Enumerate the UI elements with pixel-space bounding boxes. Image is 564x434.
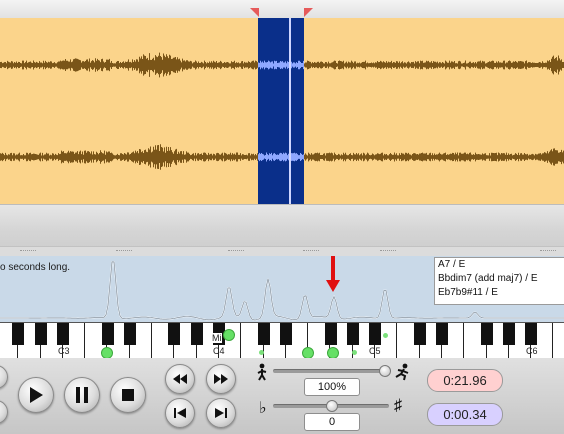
black-key[interactable] (502, 323, 515, 345)
fast-rewind-icon (173, 374, 187, 384)
grip-handle[interactable] (116, 250, 132, 253)
peak-arrow-icon (326, 256, 340, 292)
selection-region[interactable] (258, 18, 304, 204)
white-key[interactable] (553, 323, 564, 358)
selection-start-marker[interactable] (250, 8, 259, 17)
speed-slider[interactable] (273, 369, 391, 373)
black-key[interactable] (346, 323, 359, 345)
selection-end-marker[interactable] (304, 8, 313, 17)
black-key[interactable] (257, 323, 270, 345)
black-key[interactable] (413, 323, 426, 345)
chord-item: A7 / E (438, 259, 466, 270)
walker-icon (257, 363, 267, 381)
black-key[interactable] (168, 323, 181, 345)
fast-forward-button[interactable] (206, 364, 236, 394)
fast-rewind-button[interactable] (165, 364, 195, 394)
current-time-display[interactable]: 0:21.96 (427, 369, 503, 392)
pitch-value[interactable]: 0 (304, 413, 360, 431)
note-dot (352, 350, 357, 355)
flat-icon: ♭ (259, 400, 267, 417)
speed-value[interactable]: 100% (304, 378, 360, 396)
black-key[interactable] (12, 323, 25, 345)
skip-back-icon (174, 408, 186, 418)
sharp-icon: ♯ (394, 397, 402, 414)
black-key[interactable] (123, 323, 136, 345)
grip-handle[interactable] (303, 250, 319, 253)
fast-forward-icon (214, 374, 228, 384)
pitch-slider-knob[interactable] (326, 400, 338, 412)
black-key[interactable] (480, 323, 493, 345)
panel-divider (0, 204, 564, 247)
piano-keyboard[interactable]: C3 C4 C5 C6 Mi (0, 322, 564, 360)
pause-button[interactable] (64, 377, 100, 413)
note-dot (223, 329, 235, 341)
black-key[interactable] (190, 323, 203, 345)
grip-handle[interactable] (380, 250, 396, 253)
speed-slider-knob[interactable] (379, 365, 391, 377)
black-key[interactable] (324, 323, 337, 345)
grip-handle[interactable] (20, 250, 36, 253)
octave-label-c5: C5 (369, 346, 381, 356)
black-key[interactable] (34, 323, 47, 345)
black-key[interactable] (56, 323, 69, 345)
stop-icon (122, 389, 134, 401)
selection-waveform-graphic (258, 60, 304, 162)
playhead[interactable] (289, 18, 291, 204)
skip-forward-button[interactable] (206, 398, 236, 428)
black-key[interactable] (101, 323, 114, 345)
skip-forward-icon (215, 408, 227, 418)
stop-button[interactable] (110, 377, 146, 413)
note-dot (259, 350, 264, 355)
black-key[interactable] (369, 323, 382, 345)
play-button[interactable] (18, 377, 54, 413)
selection-length-display[interactable]: 0:00.34 (427, 403, 503, 426)
chord-list: A7 / E Bbdim7 (add maj7) / E Eb7b9#11 / … (434, 257, 564, 305)
chord-item: Bbdim7 (add maj7) / E (438, 273, 538, 284)
grip-handle[interactable] (540, 250, 556, 253)
black-key[interactable] (525, 323, 538, 345)
pause-icon (76, 387, 88, 403)
play-icon (30, 387, 43, 403)
octave-label-c3: C3 (58, 346, 70, 356)
black-key[interactable] (436, 323, 448, 345)
note-marker-label: Mi (212, 333, 222, 343)
grip-handle[interactable] (228, 250, 244, 253)
note-dot (383, 333, 388, 338)
black-key[interactable] (279, 323, 292, 345)
timeline-ruler[interactable] (0, 0, 564, 19)
skip-back-button[interactable] (165, 398, 195, 428)
octave-label-c4: C4 (213, 346, 225, 356)
chord-item: Eb7b9#11 / E (438, 287, 498, 298)
runner-icon (395, 363, 409, 381)
duration-text: o seconds long. (0, 262, 71, 273)
octave-label-c6: C6 (526, 346, 538, 356)
